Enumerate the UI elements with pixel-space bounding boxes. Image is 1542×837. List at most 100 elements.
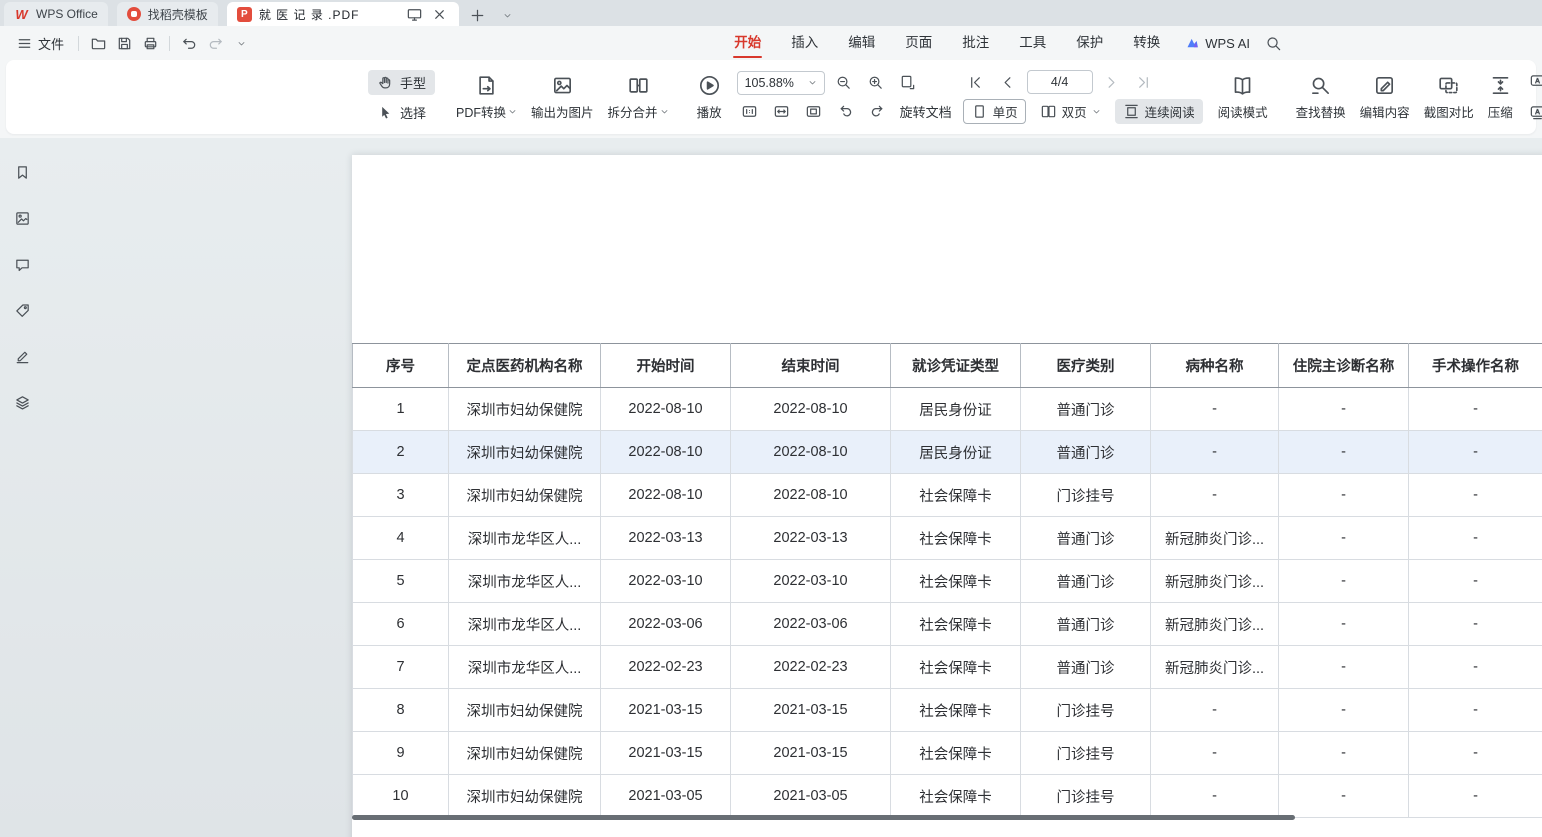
double-page-label: 双页 (1062, 102, 1087, 121)
history-chevron-icon[interactable] (228, 31, 254, 55)
comments-panel-button[interactable] (10, 252, 34, 276)
file-menu-button[interactable]: 文件 (8, 30, 72, 56)
print-button[interactable] (137, 31, 163, 55)
chevron-down-icon (808, 78, 817, 87)
previous-page-icon (999, 74, 1016, 91)
open-file-button[interactable] (85, 31, 111, 55)
table-cell: 2021-03-05 (731, 775, 891, 818)
table-row[interactable]: 7深圳市龙华区人...2022-02-232022-02-23社会保障卡普通门诊… (353, 646, 1542, 689)
wps-ai-label: WPS AI (1205, 36, 1250, 51)
signature-panel-button[interactable] (10, 344, 34, 368)
last-page-icon (1135, 74, 1152, 91)
next-page-button[interactable] (1099, 70, 1125, 94)
rotate-document-label: 旋转文档 (900, 102, 952, 121)
zoom-in-button[interactable] (863, 71, 889, 95)
table-row[interactable]: 5深圳市龙华区人...2022-03-102022-03-10社会保障卡普通门诊… (353, 560, 1542, 603)
menu-tab-comment[interactable]: 批注 (947, 26, 1004, 60)
menu-tab-convert[interactable]: 转换 (1118, 26, 1175, 60)
table-header-cell: 开始时间 (601, 344, 731, 388)
table-row[interactable]: 4深圳市龙华区人...2022-03-132022-03-13社会保障卡普通门诊… (353, 517, 1542, 560)
fit-selection-button[interactable] (895, 71, 921, 95)
table-row[interactable]: 10深圳市妇幼保健院2021-03-052021-03-05社会保障卡门诊挂号-… (353, 775, 1542, 818)
table-header-cell: 序号 (353, 344, 449, 388)
wps-ai-icon (1185, 36, 1200, 51)
monitor-icon[interactable] (406, 5, 424, 23)
tab-docer-templates[interactable]: 找稻壳模板 (117, 2, 218, 26)
play-button[interactable]: 播放 (690, 71, 729, 124)
menu-tab-insert[interactable]: 插入 (776, 26, 833, 60)
layers-icon (14, 394, 31, 411)
word-translation-button[interactable]: 划词翻译 (1520, 100, 1542, 125)
screenshot-compare-button[interactable]: 截图对比 (1417, 71, 1481, 124)
fit-width-button[interactable] (769, 100, 795, 124)
thumbnails-panel-button[interactable] (10, 206, 34, 230)
table-row[interactable]: 1深圳市妇幼保健院2022-08-102022-08-10居民身份证普通门诊--… (353, 388, 1542, 431)
split-merge-button[interactable]: 拆分合并 (601, 71, 676, 124)
menu-tab-protect[interactable]: 保护 (1061, 26, 1118, 60)
table-cell: 深圳市妇幼保健院 (449, 732, 601, 775)
hand-tool-button[interactable]: 手型 (368, 70, 435, 95)
bookmarks-panel-button[interactable] (10, 160, 34, 184)
zoom-level-select[interactable]: 105.88% (737, 71, 825, 95)
previous-page-button[interactable] (995, 70, 1021, 94)
window-tabbar: WPS Office 找稻壳模板 就 医 记 录 .PDF (0, 0, 1542, 26)
zoom-in-icon (867, 74, 884, 91)
compress-button[interactable]: 压缩 (1481, 71, 1520, 124)
find-replace-button[interactable]: 查找替换 (1289, 71, 1353, 124)
tab-wps-office[interactable]: WPS Office (4, 2, 108, 26)
new-tab-button[interactable] (467, 4, 489, 26)
tab-list-chevron-icon[interactable] (497, 4, 519, 26)
undo-button[interactable] (176, 31, 202, 55)
document-viewport[interactable]: 序号定点医药机构名称开始时间结束时间就诊凭证类型医疗类别病种名称住院主诊断名称手… (44, 138, 1542, 837)
menu-tab-tools[interactable]: 工具 (1004, 26, 1061, 60)
continuous-read-toggle[interactable]: 连续阅读 (1115, 99, 1203, 124)
pdf-page[interactable]: 序号定点医药机构名称开始时间结束时间就诊凭证类型医疗类别病种名称住院主诊断名称手… (352, 155, 1542, 837)
table-row[interactable]: 9深圳市妇幼保健院2021-03-152021-03-15社会保障卡门诊挂号--… (353, 732, 1542, 775)
search-button[interactable] (1260, 31, 1286, 55)
single-page-toggle[interactable]: 单页 (963, 99, 1026, 124)
attachments-panel-button[interactable] (10, 298, 34, 322)
table-row[interactable]: 8深圳市妇幼保健院2021-03-152021-03-15社会保障卡门诊挂号--… (353, 689, 1542, 732)
table-cell: 门诊挂号 (1021, 732, 1151, 775)
page-number-input[interactable]: 4/4 (1027, 70, 1093, 94)
thumbnail-icon (14, 210, 31, 227)
horizontal-scrollbar-thumb[interactable] (352, 815, 1295, 820)
close-tab-icon[interactable] (431, 5, 449, 23)
table-cell: 2021-03-05 (601, 775, 731, 818)
rotate-left-button[interactable] (833, 100, 859, 124)
menu-tab-home[interactable]: 开始 (719, 26, 776, 60)
edit-content-label: 编辑内容 (1360, 102, 1410, 121)
menu-tab-edit[interactable]: 编辑 (833, 26, 890, 60)
rotate-right-button[interactable] (865, 100, 891, 124)
export-image-button[interactable]: 输出为图片 (524, 71, 601, 124)
edit-content-button[interactable]: 编辑内容 (1353, 71, 1417, 124)
pdf-convert-button[interactable]: PDF转换 (449, 71, 524, 124)
read-mode-button[interactable]: 阅读模式 (1211, 71, 1275, 124)
rotate-document-button[interactable]: 旋转文档 (897, 100, 955, 123)
table-cell: 深圳市龙华区人... (449, 646, 601, 689)
table-row[interactable]: 6深圳市龙华区人...2022-03-062022-03-06社会保障卡普通门诊… (353, 603, 1542, 646)
fit-page-button[interactable] (801, 100, 827, 124)
zoom-out-button[interactable] (831, 71, 857, 95)
screenshot-compare-label: 截图对比 (1424, 102, 1474, 121)
menu-tab-page[interactable]: 页面 (890, 26, 947, 60)
table-cell: 2022-08-10 (601, 474, 731, 517)
full-translation-button[interactable]: 全文翻译 (1520, 69, 1542, 94)
redo-button[interactable] (202, 31, 228, 55)
table-row[interactable]: 2深圳市妇幼保健院2022-08-102022-08-10居民身份证普通门诊--… (353, 431, 1542, 474)
table-cell: 2022-02-23 (731, 646, 891, 689)
table-cell: 社会保障卡 (891, 732, 1021, 775)
tab-document-pdf[interactable]: 就 医 记 录 .PDF (227, 2, 459, 26)
wps-ai-button[interactable]: WPS AI (1175, 36, 1260, 51)
double-page-toggle[interactable]: 双页 (1032, 99, 1109, 124)
menu-tabs: 开始插入编辑页面批注工具保护转换 (719, 26, 1175, 60)
actual-size-button[interactable] (737, 100, 763, 124)
table-row[interactable]: 3深圳市妇幼保健院2022-08-102022-08-10社会保障卡门诊挂号--… (353, 474, 1542, 517)
layers-panel-button[interactable] (10, 390, 34, 414)
select-tool-button[interactable]: 选择 (368, 100, 435, 125)
last-page-button[interactable] (1131, 70, 1157, 94)
table-cell: 门诊挂号 (1021, 474, 1151, 517)
left-rail (0, 138, 44, 837)
first-page-button[interactable] (963, 70, 989, 94)
save-button[interactable] (111, 31, 137, 55)
